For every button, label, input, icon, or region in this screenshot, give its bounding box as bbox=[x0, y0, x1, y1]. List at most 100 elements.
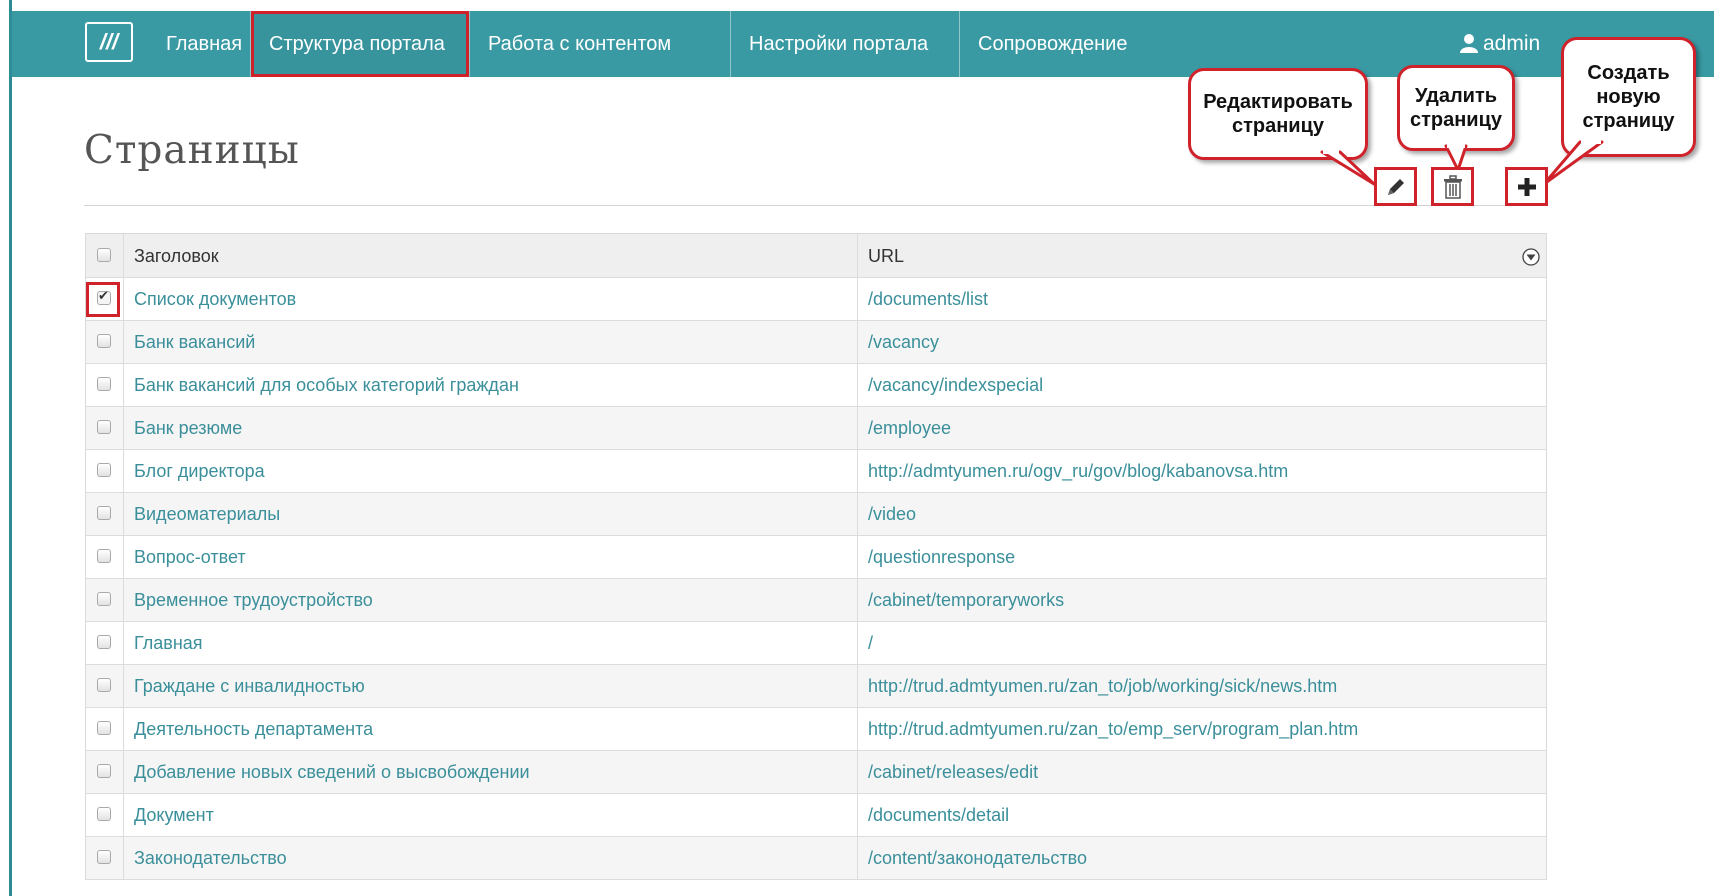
row-select-cell bbox=[86, 536, 124, 578]
column-header-url[interactable]: URL bbox=[858, 234, 1546, 277]
checkbox-highlight bbox=[86, 282, 120, 317]
page-url-link[interactable]: /vacancy/indexspecial bbox=[858, 364, 1546, 406]
row-checkbox[interactable] bbox=[97, 506, 111, 520]
page-url-link[interactable]: http://admtyumen.ru/ogv_ru/gov/blog/kaba… bbox=[858, 450, 1546, 492]
table-row[interactable]: Банк резюме/employee bbox=[86, 407, 1546, 450]
page-title-link[interactable]: Блог директора bbox=[124, 450, 858, 492]
row-select-cell bbox=[86, 579, 124, 621]
nav-item-portal-settings[interactable]: Настройки портала bbox=[731, 11, 946, 77]
row-select-cell bbox=[86, 751, 124, 793]
row-select-cell bbox=[86, 278, 124, 320]
row-checkbox[interactable] bbox=[97, 463, 111, 477]
page-title-link[interactable]: Вопрос-ответ bbox=[124, 536, 858, 578]
create-page-button[interactable] bbox=[1505, 167, 1548, 206]
table-row[interactable]: Граждане с инвалидностью http://trud.admt… bbox=[86, 665, 1546, 708]
page-title-link[interactable]: Видеоматериалы bbox=[124, 493, 858, 535]
nav-item-content-work[interactable]: Работа с контентом bbox=[470, 11, 689, 77]
page-url-link[interactable]: http://trud.admtyumen.ru/zan_to/job/work… bbox=[858, 665, 1546, 707]
page-title-link[interactable]: Временное трудоустройство bbox=[124, 579, 858, 621]
page-title-link[interactable]: Список документов bbox=[124, 278, 858, 320]
callout-create-text: Создать новую страницу bbox=[1582, 62, 1675, 132]
page-title-link[interactable]: Банк резюме bbox=[124, 407, 858, 449]
pages-table: Заголовок URL Список документов/document… bbox=[85, 233, 1547, 880]
table-row[interactable]: Временное трудоустройство/cabinet/tempor… bbox=[86, 579, 1546, 622]
page-title-link[interactable]: Документ bbox=[124, 794, 858, 836]
nav-item-home[interactable]: Главная bbox=[148, 11, 260, 77]
callout-delete-text: Удалить страницу bbox=[1409, 85, 1503, 131]
page-url-link[interactable]: /documents/list bbox=[858, 278, 1546, 320]
callout-edit-text: Редактировать страницу bbox=[1203, 91, 1353, 137]
select-all-cell bbox=[86, 234, 124, 277]
row-checkbox[interactable] bbox=[97, 850, 111, 864]
table-row[interactable]: Главная / bbox=[86, 622, 1546, 665]
row-checkbox[interactable] bbox=[97, 764, 111, 778]
column-header-title[interactable]: Заголовок bbox=[124, 234, 858, 277]
row-checkbox[interactable] bbox=[97, 377, 111, 391]
user-icon bbox=[1460, 34, 1478, 53]
row-select-cell bbox=[86, 321, 124, 363]
table-row[interactable]: Законодательство/content/законодательств… bbox=[86, 837, 1546, 880]
page-title-link[interactable]: Главная bbox=[124, 622, 858, 664]
row-select-cell bbox=[86, 622, 124, 664]
page-url-link[interactable]: /questionresponse bbox=[858, 536, 1546, 578]
title-divider bbox=[84, 205, 1546, 206]
page-title-link[interactable]: Граждане с инвалидностью bbox=[124, 665, 858, 707]
page-title-link[interactable]: Банк вакансий bbox=[124, 321, 858, 363]
trash-icon bbox=[1443, 174, 1462, 199]
delete-page-button[interactable] bbox=[1431, 167, 1474, 206]
table-row[interactable]: Видеоматериалы/video bbox=[86, 493, 1546, 536]
user-name: admin bbox=[1483, 32, 1541, 55]
callout-create-page: Создать новую страницу bbox=[1561, 37, 1696, 157]
callout-edit-page: Редактировать страницу bbox=[1188, 68, 1368, 160]
portal-logo[interactable]: /// bbox=[85, 22, 133, 62]
page-url-link[interactable]: /content/законодательство bbox=[858, 837, 1546, 879]
table-row[interactable]: Вопрос-ответ/questionresponse bbox=[86, 536, 1546, 579]
left-border bbox=[9, 0, 12, 896]
nav-item-portal-structure[interactable]: Структура портала bbox=[251, 11, 469, 77]
plus-icon bbox=[1517, 177, 1536, 196]
column-url-label: URL bbox=[868, 246, 905, 266]
row-select-cell bbox=[86, 837, 124, 879]
page-url-link[interactable]: /documents/detail bbox=[858, 794, 1546, 836]
page-title-link[interactable]: Добавление новых сведений о высвобождени… bbox=[124, 751, 858, 793]
page-url-link[interactable]: http://trud.admtyumen.ru/zan_to/emp_serv… bbox=[858, 708, 1546, 750]
page-url-link[interactable]: /cabinet/temporaryworks bbox=[858, 579, 1546, 621]
table-row[interactable]: Документ/documents/detail bbox=[86, 794, 1546, 837]
table-row[interactable]: Список документов/documents/list bbox=[86, 278, 1546, 321]
row-select-cell bbox=[86, 450, 124, 492]
row-checkbox[interactable] bbox=[97, 678, 111, 692]
row-select-cell bbox=[86, 407, 124, 449]
column-title-label: Заголовок bbox=[134, 246, 219, 266]
page-title-link[interactable]: Банк вакансий для особых категорий гражд… bbox=[124, 364, 858, 406]
select-all-checkbox[interactable] bbox=[97, 247, 111, 262]
page-url-link[interactable]: /vacancy bbox=[858, 321, 1546, 363]
row-select-cell bbox=[86, 794, 124, 836]
table-row[interactable]: Добавление новых сведений о высвобождени… bbox=[86, 751, 1546, 794]
edit-page-button[interactable] bbox=[1374, 167, 1417, 206]
nav-item-support[interactable]: Сопровождение bbox=[960, 11, 1145, 77]
row-checkbox[interactable] bbox=[97, 420, 111, 434]
row-checkbox[interactable] bbox=[97, 807, 111, 821]
row-select-cell bbox=[86, 708, 124, 750]
table-row[interactable]: Блог директора http://admtyumen.ru/ogv_ru… bbox=[86, 450, 1546, 493]
table-row[interactable]: Деятельность департамента http://trud.adm… bbox=[86, 708, 1546, 751]
row-select-cell bbox=[86, 364, 124, 406]
page-url-link[interactable]: /cabinet/releases/edit bbox=[858, 751, 1546, 793]
page-url-link[interactable]: / bbox=[858, 622, 1546, 664]
page-url-link[interactable]: /employee bbox=[858, 407, 1546, 449]
table-row[interactable]: Банк вакансий для особых категорий гражд… bbox=[86, 364, 1546, 407]
row-checkbox[interactable] bbox=[97, 635, 111, 649]
pencil-icon bbox=[1387, 178, 1404, 195]
row-checkbox[interactable] bbox=[97, 549, 111, 563]
callout-delete-page: Удалить страницу bbox=[1397, 65, 1515, 151]
table-row[interactable]: Банк вакансий/vacancy bbox=[86, 321, 1546, 364]
page-title-link[interactable]: Законодательство bbox=[124, 837, 858, 879]
page-title-link[interactable]: Деятельность департамента bbox=[124, 708, 858, 750]
row-checkbox[interactable] bbox=[97, 334, 111, 348]
row-checkbox[interactable] bbox=[97, 592, 111, 606]
filter-icon[interactable] bbox=[1522, 248, 1540, 266]
table-header: Заголовок URL bbox=[86, 234, 1546, 278]
page-url-link[interactable]: /video bbox=[858, 493, 1546, 535]
row-checkbox[interactable] bbox=[97, 721, 111, 735]
row-select-cell bbox=[86, 665, 124, 707]
